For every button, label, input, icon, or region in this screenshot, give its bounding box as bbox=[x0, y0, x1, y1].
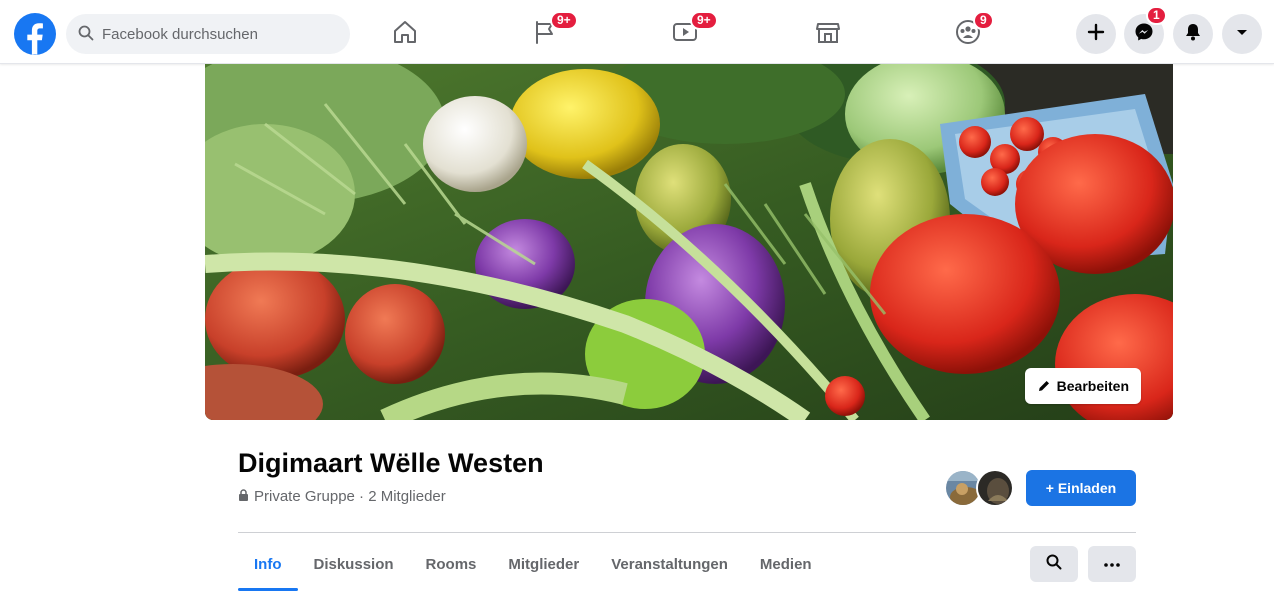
search-icon bbox=[1046, 554, 1062, 575]
messenger-icon bbox=[1134, 22, 1154, 47]
pencil-icon bbox=[1037, 379, 1051, 393]
create-button[interactable] bbox=[1076, 14, 1116, 54]
tab-info[interactable]: Info bbox=[238, 540, 298, 591]
account-menu-button[interactable] bbox=[1222, 14, 1262, 54]
header-divider bbox=[238, 532, 1136, 533]
nav-marketplace-tab[interactable] bbox=[803, 12, 853, 56]
notifications-button[interactable] bbox=[1173, 14, 1213, 54]
messenger-button[interactable]: 1 bbox=[1124, 6, 1167, 54]
avatar[interactable] bbox=[976, 469, 1014, 507]
search-box[interactable] bbox=[66, 14, 350, 54]
cover-photo: Bearbeiten bbox=[205, 64, 1173, 420]
group-privacy-members[interactable]: Private Gruppe · 2 Mitglieder bbox=[254, 488, 446, 505]
edit-cover-label: Bearbeiten bbox=[1056, 378, 1129, 394]
invite-button[interactable]: + Einladen bbox=[1026, 470, 1136, 506]
tab-events[interactable]: Veranstaltungen bbox=[595, 540, 744, 588]
store-icon bbox=[814, 18, 842, 51]
top-navigation-bar: 9+ 9+ 9 1 bbox=[0, 0, 1274, 64]
nav-groups-tab[interactable]: 9 bbox=[943, 11, 994, 56]
home-icon bbox=[391, 18, 419, 51]
edit-cover-button[interactable]: Bearbeiten bbox=[1024, 368, 1141, 404]
member-avatars[interactable] bbox=[944, 469, 1016, 507]
lock-icon bbox=[238, 488, 249, 505]
tab-discussion[interactable]: Diskussion bbox=[298, 540, 410, 588]
nav-home-tab[interactable] bbox=[380, 12, 430, 56]
search-icon bbox=[78, 25, 94, 46]
groups-badge: 9 bbox=[973, 11, 994, 30]
group-meta: Private Gruppe · 2 Mitglieder bbox=[238, 488, 446, 505]
messenger-badge: 1 bbox=[1146, 6, 1167, 25]
nav-watch-tab[interactable]: 9+ bbox=[660, 11, 718, 56]
watch-badge: 9+ bbox=[690, 11, 718, 30]
group-search-button[interactable] bbox=[1030, 546, 1078, 582]
vegetables-cover-image bbox=[205, 64, 1173, 420]
tab-media[interactable]: Medien bbox=[744, 540, 828, 588]
more-options-button[interactable] bbox=[1088, 546, 1136, 582]
caret-down-icon bbox=[1235, 25, 1249, 44]
search-input[interactable] bbox=[102, 14, 342, 54]
pages-badge: 9+ bbox=[550, 11, 578, 30]
group-tabs: Info Diskussion Rooms Mitglieder Veranst… bbox=[238, 540, 828, 591]
bell-icon bbox=[1183, 22, 1203, 47]
tab-rooms[interactable]: Rooms bbox=[410, 540, 493, 588]
facebook-logo-icon[interactable] bbox=[14, 13, 56, 55]
nav-pages-tab[interactable]: 9+ bbox=[520, 11, 578, 56]
tab-members[interactable]: Mitglieder bbox=[492, 540, 595, 588]
plus-icon bbox=[1087, 23, 1105, 46]
group-title: Digimaart Wëlle Westen bbox=[238, 448, 544, 478]
more-dots-icon bbox=[1104, 555, 1120, 573]
